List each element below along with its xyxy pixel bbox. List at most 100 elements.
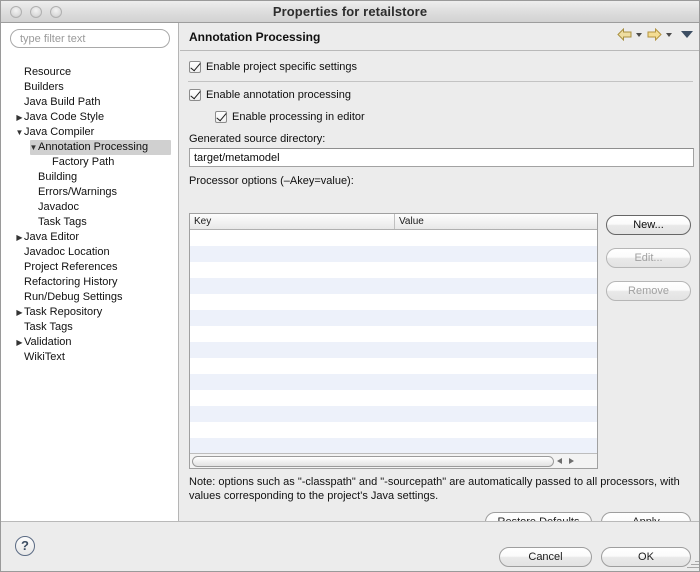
enable-processing-in-editor-label: Enable processing in editor [232, 111, 365, 123]
sidebar-item-label: Java Build Path [24, 95, 100, 110]
sidebar-item-validation[interactable]: ▶Validation [1, 335, 178, 350]
close-button[interactable] [10, 6, 22, 18]
table-row[interactable] [190, 310, 597, 326]
enable-project-specific-settings-checkbox[interactable] [189, 61, 201, 73]
twisty-collapsed-icon[interactable]: ▶ [15, 335, 24, 350]
table-row[interactable] [190, 230, 597, 246]
back-arrow-glyph [617, 28, 632, 41]
sidebar-item-errors-warnings[interactable]: Errors/Warnings [1, 185, 178, 200]
sidebar-item-java-code-style[interactable]: ▶Java Code Style [1, 110, 178, 125]
filter-input[interactable] [10, 29, 170, 48]
processor-options-table[interactable]: Key Value [189, 213, 598, 469]
section-divider [188, 81, 693, 82]
sidebar-item-java-compiler[interactable]: ▼Java Compiler [1, 125, 178, 140]
dialog-footer: ? Cancel OK [1, 521, 700, 571]
settings-sidebar: ResourceBuildersJava Build Path▶Java Cod… [1, 23, 179, 521]
table-horizontal-scrollbar[interactable] [190, 453, 597, 468]
sidebar-item-label: Javadoc Location [24, 245, 110, 260]
enable-annotation-processing-checkbox[interactable] [189, 89, 201, 101]
twisty-collapsed-icon[interactable]: ▶ [15, 230, 24, 245]
scrollbar-thumb[interactable] [192, 456, 554, 467]
table-row[interactable] [190, 390, 597, 406]
sidebar-item-javadoc-location[interactable]: Javadoc Location [1, 245, 178, 260]
enable-annotation-processing-label: Enable annotation processing [206, 89, 351, 101]
enable-processing-in-editor-row[interactable]: Enable processing in editor [215, 111, 365, 123]
column-header-key[interactable]: Key [190, 214, 395, 229]
table-row[interactable] [190, 294, 597, 310]
sidebar-item-annotation-processing[interactable]: ▼Annotation Processing [1, 140, 178, 155]
sidebar-item-label: Refactoring History [24, 275, 118, 290]
new-button[interactable]: New... [606, 215, 691, 235]
navigation-buttons [617, 28, 693, 41]
sidebar-item-javadoc[interactable]: Javadoc [1, 200, 178, 215]
twisty-expanded-icon[interactable]: ▼ [29, 140, 38, 155]
table-row[interactable] [190, 278, 597, 294]
sidebar-item-refactoring-history[interactable]: Refactoring History [1, 275, 178, 290]
sidebar-item-java-editor[interactable]: ▶Java Editor [1, 230, 178, 245]
content-header: Annotation Processing [180, 23, 700, 51]
zoom-button[interactable] [50, 6, 62, 18]
column-header-value[interactable]: Value [395, 214, 597, 229]
sidebar-item-label: Builders [24, 80, 64, 95]
table-header-row: Key Value [190, 214, 597, 230]
twisty-collapsed-icon[interactable]: ▶ [15, 110, 24, 125]
enable-processing-in-editor-checkbox[interactable] [215, 111, 227, 123]
properties-dialog: Properties for retailstore ResourceBuild… [0, 0, 700, 572]
sidebar-item-label: WikiText [24, 350, 65, 365]
window-controls [10, 6, 62, 18]
sidebar-item-task-tags[interactable]: Task Tags [1, 215, 178, 230]
sidebar-item-java-build-path[interactable]: Java Build Path [1, 95, 178, 110]
sidebar-item-label: Resource [24, 65, 71, 80]
sidebar-item-run-debug-settings[interactable]: Run/Debug Settings [1, 290, 178, 305]
settings-tree[interactable]: ResourceBuildersJava Build Path▶Java Cod… [1, 65, 178, 365]
sidebar-item-project-references[interactable]: Project References [1, 260, 178, 275]
table-body[interactable] [190, 230, 597, 469]
help-icon[interactable]: ? [15, 536, 35, 556]
table-row[interactable] [190, 422, 597, 438]
sidebar-item-label: Run/Debug Settings [24, 290, 122, 305]
sidebar-item-label: Project References [24, 260, 118, 275]
resize-grip[interactable] [686, 556, 699, 569]
table-row[interactable] [190, 246, 597, 262]
enable-project-specific-settings-label: Enable project specific settings [206, 61, 357, 73]
sidebar-item-task-repository[interactable]: ▶Task Repository [1, 305, 178, 320]
twisty-collapsed-icon[interactable]: ▶ [15, 305, 24, 320]
back-dropdown-icon[interactable] [636, 33, 642, 37]
cancel-button[interactable]: Cancel [499, 547, 592, 567]
table-row[interactable] [190, 358, 597, 374]
sidebar-item-label: Java Compiler [24, 125, 94, 140]
generated-source-directory-input[interactable] [189, 148, 694, 167]
table-row[interactable] [190, 374, 597, 390]
table-row[interactable] [190, 342, 597, 358]
scrollbar-arrows [557, 458, 574, 464]
table-row[interactable] [190, 406, 597, 422]
view-menu-icon[interactable] [681, 31, 693, 38]
forward-arrow-glyph [647, 28, 662, 41]
sidebar-item-label: Task Tags [38, 215, 87, 230]
enable-annotation-processing-row[interactable]: Enable annotation processing [189, 89, 351, 101]
scroll-right-icon[interactable] [569, 458, 574, 464]
forward-arrow-icon[interactable] [647, 28, 662, 41]
sidebar-item-builders[interactable]: Builders [1, 80, 178, 95]
sidebar-item-label: Java Editor [24, 230, 79, 245]
ok-button[interactable]: OK [601, 547, 691, 567]
table-row[interactable] [190, 262, 597, 278]
sidebar-item-resource[interactable]: Resource [1, 65, 178, 80]
enable-project-specific-settings-row[interactable]: Enable project specific settings [189, 61, 357, 73]
sidebar-item-label: Task Tags [24, 320, 73, 335]
twisty-expanded-icon[interactable]: ▼ [15, 125, 24, 140]
sidebar-item-label: Javadoc [38, 200, 79, 215]
minimize-button[interactable] [30, 6, 42, 18]
forward-dropdown-icon[interactable] [666, 33, 672, 37]
table-row[interactable] [190, 326, 597, 342]
sidebar-item-factory-path[interactable]: Factory Path [1, 155, 178, 170]
sidebar-item-task-tags[interactable]: Task Tags [1, 320, 178, 335]
back-arrow-icon[interactable] [617, 28, 632, 41]
sidebar-item-label: Errors/Warnings [38, 185, 117, 200]
sidebar-item-building[interactable]: Building [1, 170, 178, 185]
table-row[interactable] [190, 438, 597, 454]
processor-options-label: Processor options (–Akey=value): [189, 175, 354, 187]
scroll-left-icon[interactable] [557, 458, 562, 464]
sidebar-item-wikitext[interactable]: WikiText [1, 350, 178, 365]
edit-button: Edit... [606, 248, 691, 268]
